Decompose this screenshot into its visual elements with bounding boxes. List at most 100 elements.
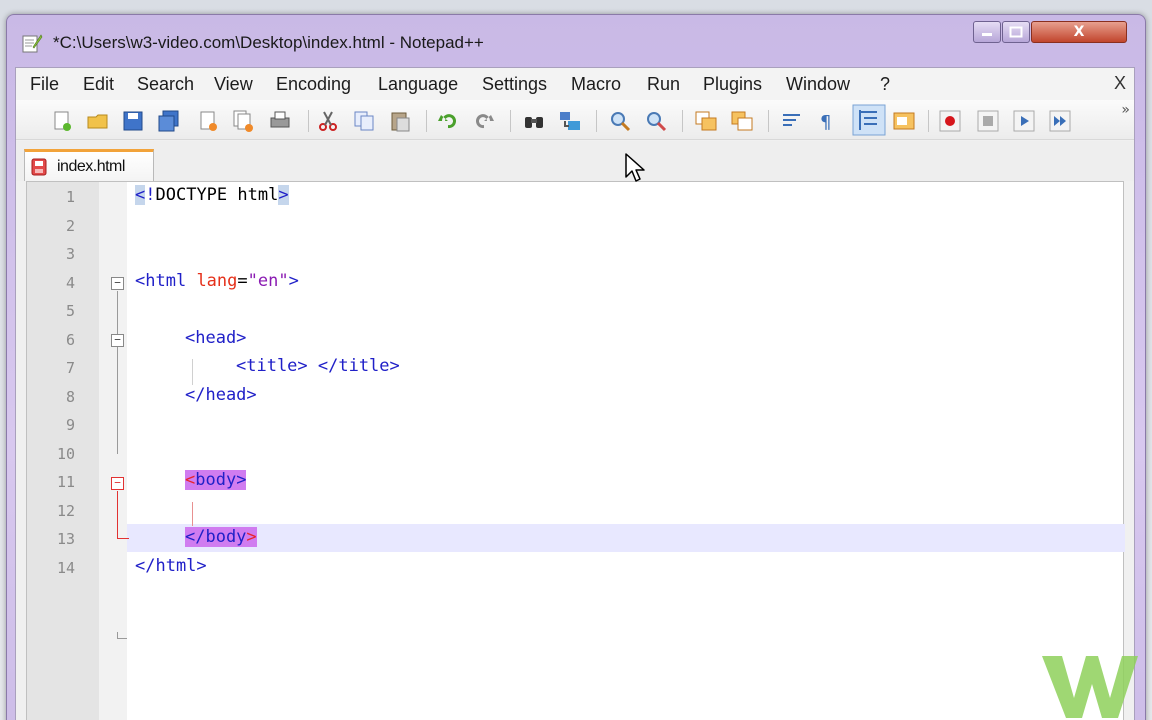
minimize-button[interactable] xyxy=(973,21,1001,43)
line-number: 2 xyxy=(65,216,75,235)
mouse-pointer-icon xyxy=(625,153,645,182)
fold-guide xyxy=(117,638,127,639)
menu-macro[interactable]: Macro xyxy=(571,74,621,95)
menu-file[interactable]: File xyxy=(30,74,59,95)
body-tag-text: body> xyxy=(195,470,247,490)
minimize-icon xyxy=(982,33,992,36)
stop-record-icon[interactable] xyxy=(976,109,1000,133)
indent-guide-icon[interactable] xyxy=(852,104,886,136)
redo-icon[interactable] xyxy=(472,109,496,133)
close-document-button[interactable]: X xyxy=(1114,73,1126,94)
maximize-button[interactable] xyxy=(1002,21,1030,43)
code-line: 3 xyxy=(27,239,1123,268)
sync-horizontal-icon[interactable] xyxy=(730,109,754,133)
window-title: *C:\Users\w3-video.com\Desktop\index.htm… xyxy=(53,33,484,52)
maximize-icon xyxy=(1009,26,1023,38)
copy-icon[interactable] xyxy=(352,109,376,133)
toolbar: ¶ » xyxy=(16,100,1134,140)
save-all-icon[interactable] xyxy=(157,109,181,133)
notepadpp-app-icon[interactable] xyxy=(21,33,43,53)
run-macro-multiple-icon[interactable] xyxy=(1048,109,1072,133)
lang-attribute: lang xyxy=(196,270,238,291)
doctype-bang: ! xyxy=(145,185,156,205)
html-close-tag: </html> xyxy=(135,555,207,576)
code-line: 14 </html> xyxy=(27,553,1123,582)
toolbar-separator xyxy=(768,110,769,132)
paste-icon[interactable] xyxy=(388,109,412,133)
play-macro-icon[interactable] xyxy=(1012,109,1036,133)
new-file-icon[interactable] xyxy=(50,109,74,133)
html-open-tag: <html xyxy=(135,270,187,291)
toolbar-separator xyxy=(426,110,427,132)
lang-value: "en" xyxy=(247,270,289,291)
menu-view[interactable]: View xyxy=(214,74,253,95)
doctype-close-bracket: > xyxy=(278,185,289,205)
menu-bar: File Edit Search View Encoding Language … xyxy=(16,68,1134,100)
open-file-icon[interactable] xyxy=(86,109,110,133)
code-line: 8 </head> xyxy=(27,382,1123,411)
close-window-button[interactable]: X xyxy=(1031,21,1127,43)
menu-search[interactable]: Search xyxy=(137,74,194,95)
code-line: 5 xyxy=(27,296,1123,325)
code-line: 12 xyxy=(27,496,1123,525)
svg-text:¶: ¶ xyxy=(820,112,831,133)
toolbar-separator xyxy=(510,110,511,132)
line-number: 14 xyxy=(56,558,75,577)
line-number: 10 xyxy=(56,444,75,463)
line-number: 5 xyxy=(65,302,75,320)
body-open-tag: <body> xyxy=(185,470,247,490)
equals-sign: = xyxy=(237,270,248,291)
code-line: 9 xyxy=(27,410,1123,439)
user-lang-icon[interactable] xyxy=(892,109,916,133)
code-line: 4 <html lang="en"> xyxy=(27,268,1123,297)
menu-encoding[interactable]: Encoding xyxy=(276,74,351,95)
client-area: File Edit Search View Encoding Language … xyxy=(15,67,1135,720)
body-close-text: </body xyxy=(185,527,247,547)
code-line: 11 <body> xyxy=(27,467,1123,496)
menu-edit[interactable]: Edit xyxy=(83,74,114,95)
menu-run[interactable]: Run xyxy=(647,74,680,95)
record-macro-icon[interactable] xyxy=(938,109,962,133)
doctype-open-bracket: < xyxy=(135,185,146,205)
code-line-current: 13 </body> xyxy=(27,524,1123,553)
menu-language[interactable]: Language xyxy=(378,74,458,95)
show-all-chars-icon[interactable]: ¶ xyxy=(814,109,838,133)
tab-bar: index.html xyxy=(16,141,1134,181)
word-wrap-icon[interactable] xyxy=(780,109,804,133)
toolbar-separator xyxy=(928,110,929,132)
line-number: 1 xyxy=(65,188,75,206)
line-number: 4 xyxy=(65,273,75,292)
toolbar-separator xyxy=(596,110,597,132)
menu-help[interactable]: ? xyxy=(880,74,890,95)
menu-plugins[interactable]: Plugins xyxy=(703,74,762,95)
cut-icon[interactable] xyxy=(316,109,340,133)
code-editor[interactable]: − − − 1 <!DOCTYPE html> 2 3 4 <html lang… xyxy=(26,181,1125,720)
zoom-in-icon[interactable] xyxy=(608,109,632,133)
head-open-tag: <head> xyxy=(185,327,247,348)
close-all-icon[interactable] xyxy=(231,109,255,133)
head-close-tag: </head> xyxy=(185,384,257,405)
code-line: 1 <!DOCTYPE html> xyxy=(27,182,1123,211)
zoom-out-icon[interactable] xyxy=(644,109,668,133)
toolbar-separator xyxy=(308,110,309,132)
toolbar-overflow-button[interactable]: » xyxy=(1121,102,1130,118)
line-number: 8 xyxy=(65,387,75,406)
replace-icon[interactable] xyxy=(558,109,582,133)
line-number: 7 xyxy=(65,359,75,377)
code-line: 2 xyxy=(27,211,1123,240)
find-icon[interactable] xyxy=(522,109,546,133)
title-bar[interactable]: *C:\Users\w3-video.com\Desktop\index.htm… xyxy=(7,15,1145,65)
line-number: 11 xyxy=(56,473,75,491)
undo-icon[interactable] xyxy=(436,109,460,133)
menu-settings[interactable]: Settings xyxy=(482,74,547,95)
close-icon[interactable] xyxy=(196,109,220,133)
menu-window[interactable]: Window xyxy=(786,74,850,95)
save-icon[interactable] xyxy=(121,109,145,133)
body-close-tag: </body> xyxy=(185,527,257,547)
w3-video-watermark-logo xyxy=(1042,656,1138,718)
sync-vertical-icon[interactable] xyxy=(694,109,718,133)
code-line: 6 <head> xyxy=(27,325,1123,354)
line-number: 13 xyxy=(56,530,75,548)
tab-index-html[interactable]: index.html xyxy=(24,149,154,181)
print-icon[interactable] xyxy=(268,109,292,133)
